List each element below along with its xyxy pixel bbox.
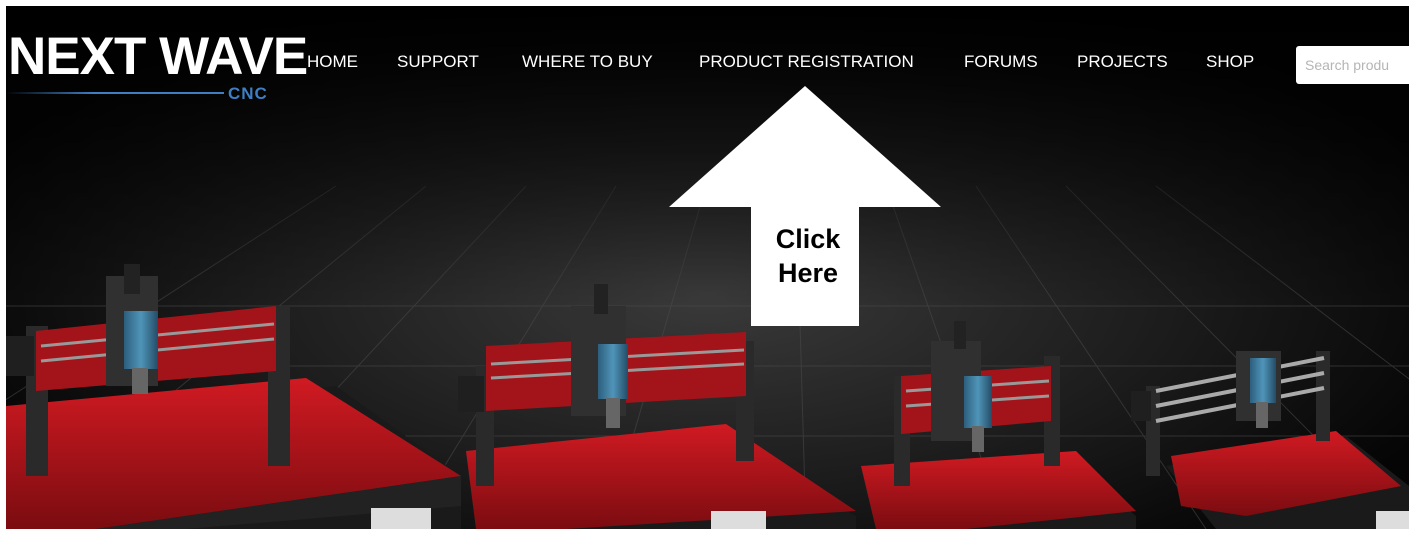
cnc-machine-compact (1131, 351, 1409, 529)
logo-subtext: CNC (228, 84, 268, 103)
nav-shop[interactable]: SHOP (1206, 52, 1254, 72)
callout-line-2: Here (777, 258, 839, 288)
callout-line-1: Click (775, 224, 841, 254)
nav-projects[interactable]: PROJECTS (1077, 52, 1168, 72)
click-here-callout: Click Here (748, 222, 868, 290)
nav-forums[interactable]: FORUMS (964, 52, 1038, 72)
nav-support[interactable]: SUPPORT (397, 52, 479, 72)
up-arrow-icon (669, 86, 941, 326)
search-input[interactable] (1296, 46, 1409, 84)
nav-where-to-buy[interactable]: WHERE TO BUY (522, 52, 653, 72)
logo-wordmark: NEXT WAVE (8, 27, 308, 86)
cnc-machine-small (856, 321, 1136, 529)
nav-home[interactable]: HOME (307, 52, 358, 72)
hero-banner: NEXT WAVE CNC HOME SUPPORT WHERE TO BUY … (6, 6, 1409, 529)
logo-swoosh (6, 92, 224, 94)
nav-product-registration[interactable]: PRODUCT REGISTRATION (699, 52, 914, 72)
